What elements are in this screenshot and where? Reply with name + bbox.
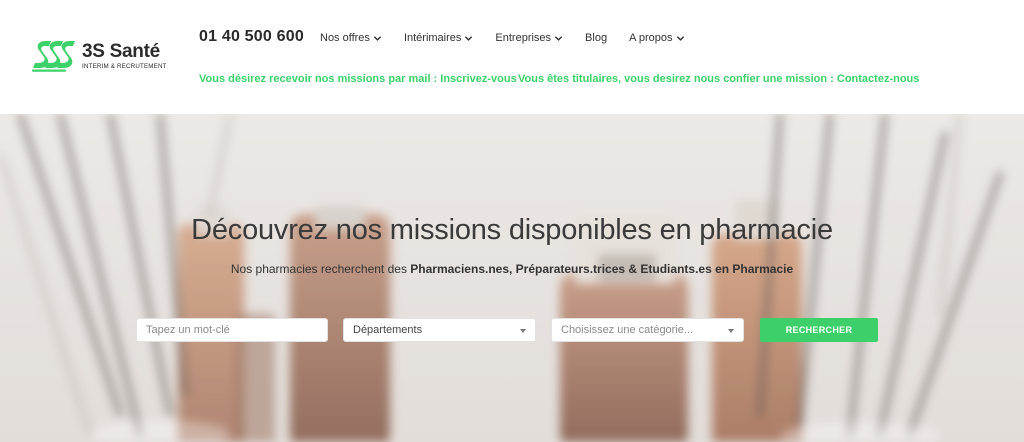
nav-item-interimaires[interactable]: Intérimaires	[404, 32, 473, 44]
contact-mission-link[interactable]: Vous êtes titulaires, vous desirez nous …	[518, 73, 919, 85]
nav-item-nos-offres[interactable]: Nos offres	[320, 32, 382, 44]
nav-item-blog[interactable]: Blog	[585, 32, 607, 44]
phone-number-link[interactable]: 01 40 500 600	[199, 28, 304, 46]
category-select-value: Choisissez une catégorie...	[561, 324, 694, 336]
departments-select[interactable]: Départements	[343, 318, 536, 342]
nav-item-label: Blog	[585, 32, 608, 44]
hero-overlay	[0, 114, 1024, 442]
hero-title: Découvrez nos missions disponibles en ph…	[191, 214, 833, 246]
keyword-input[interactable]	[146, 324, 318, 336]
search-button[interactable]: RECHERCHER	[760, 318, 878, 342]
brand-logo[interactable]: 3S Santé INTERIM & RECRUTEMENT	[32, 40, 182, 72]
logo-mark-icon	[32, 41, 75, 72]
main-nav: Nos offres Intérimaires Entreprises Blog…	[320, 32, 707, 44]
mission-search-form: Départements Choisissez une catégorie...…	[136, 318, 878, 342]
hero-banner: Découvrez nos missions disponibles en ph…	[0, 114, 1024, 442]
nav-item-label: Entreprises	[495, 32, 552, 44]
chevron-down-icon	[554, 35, 563, 41]
nav-item-a-propos[interactable]: A propos	[629, 32, 684, 44]
caret-down-icon	[520, 329, 526, 333]
chevron-down-icon	[676, 35, 684, 41]
subscribe-missions-link[interactable]: Vous désirez recevoir nos missions par m…	[199, 73, 517, 85]
nav-item-label: Nos offres	[320, 32, 370, 44]
category-select[interactable]: Choisissez une catégorie...	[551, 318, 744, 342]
chevron-down-icon	[373, 35, 382, 41]
brand-name: 3S Santé	[82, 40, 160, 62]
caret-down-icon	[728, 329, 734, 333]
site-header: 3S Santé INTERIM & RECRUTEMENT 01 40 500…	[0, 0, 1024, 114]
nav-item-entreprises[interactable]: Entreprises	[495, 32, 563, 44]
hero-subtitle-text: Nos pharmacies recherchent des	[230, 262, 411, 276]
keyword-field[interactable]	[136, 318, 328, 342]
brand-tagline: INTERIM & RECRUTEMENT	[82, 62, 167, 70]
hero-subtitle: Nos pharmacies recherchent des Pharmacie…	[0, 262, 1024, 276]
nav-item-label: Intérimaires	[403, 32, 462, 44]
nav-item-label: A propos	[629, 32, 673, 44]
hero-subtitle-professions: Pharmaciens.nes, Préparateurs.trices & E…	[410, 262, 794, 276]
chevron-down-icon	[465, 35, 473, 41]
departments-select-value: Départements	[353, 324, 423, 336]
